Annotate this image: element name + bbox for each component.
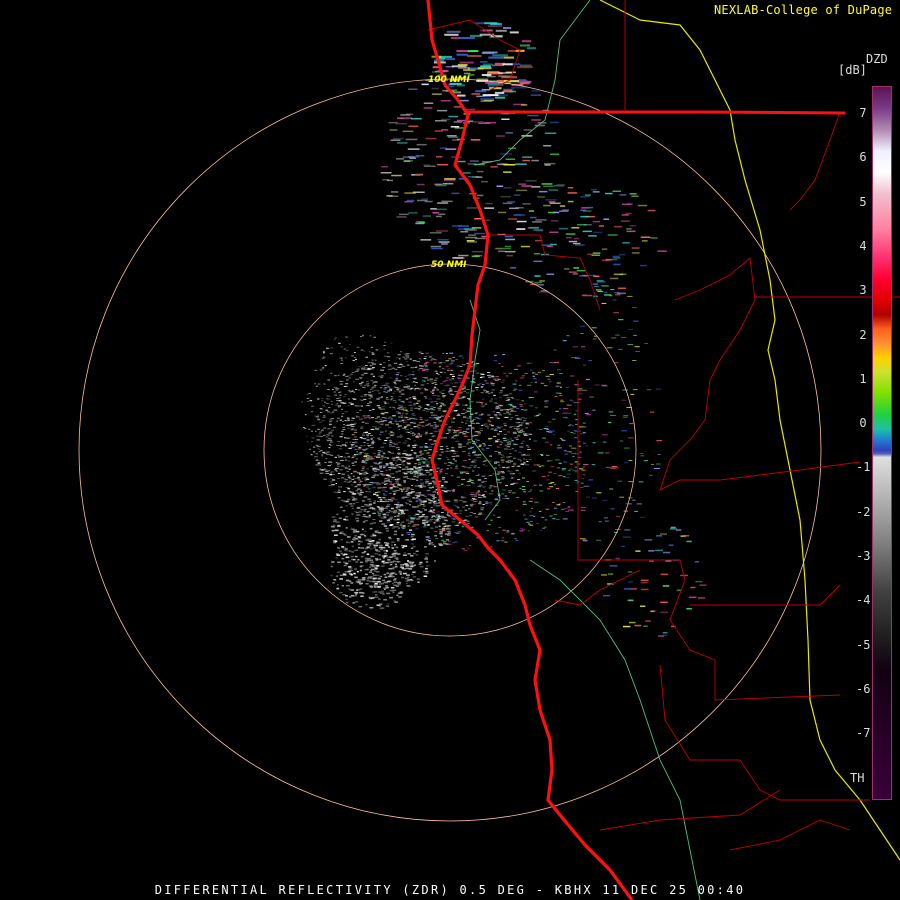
credit-label: NEXLAB-College of DuPage ⇗ [714, 3, 900, 17]
range-ring-label-100: 100 NMI [428, 75, 470, 85]
scale-label: -7 [856, 726, 871, 741]
scale-label: 1 [859, 371, 867, 386]
scale-label: -1 [856, 460, 871, 475]
scale-label: 2 [859, 327, 867, 342]
scale-label: 3 [859, 283, 867, 298]
scale-label: -5 [856, 637, 871, 652]
scale-label: -3 [856, 549, 871, 563]
scale-label: 5 [859, 194, 867, 209]
range-ring-label-50: 50 NMI [431, 260, 467, 270]
scale-label: TH [850, 770, 865, 785]
scale-label: -4 [856, 593, 871, 608]
config-arrow-icon[interactable]: ⇗ [892, 3, 900, 17]
credit-text: NEXLAB-College of DuPage [714, 3, 893, 17]
scale-label: 6 [859, 150, 867, 165]
product-code: DZD [866, 52, 888, 66]
product-title: DIFFERENTIAL REFLECTIVITY (ZDR) 0.5 DEG … [154, 883, 746, 897]
scale-label: 4 [859, 238, 867, 253]
color-scale-bar [872, 86, 892, 800]
radar-map[interactable]: 100 NMI 50 NMI [0, 0, 900, 900]
state-line-north [465, 110, 846, 115]
scale-label: -2 [856, 504, 871, 519]
units-label: [dB] [838, 63, 867, 77]
scale-label: -6 [856, 681, 871, 696]
scale-label: 7 [859, 106, 867, 120]
scale-label: 0 [859, 416, 867, 431]
